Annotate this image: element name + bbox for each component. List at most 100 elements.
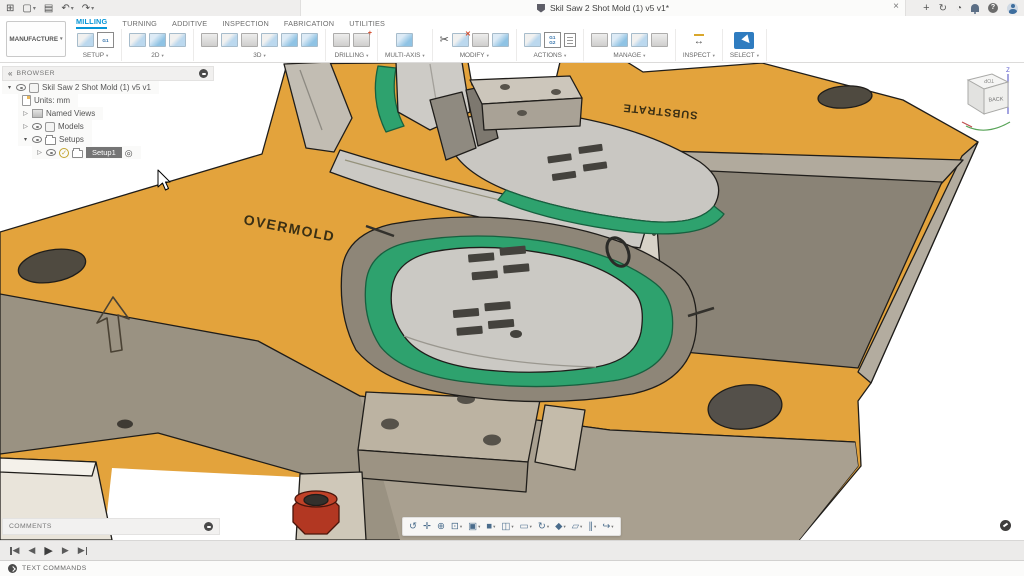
tool-library-icon[interactable] bbox=[591, 33, 608, 47]
comments-expand-icon[interactable] bbox=[204, 522, 213, 531]
tab-milling[interactable]: MILLING bbox=[76, 17, 107, 29]
browser-row-setup1[interactable]: ▷ ✓ Setup1 ◎ bbox=[32, 146, 141, 159]
collapse-icon[interactable]: « bbox=[8, 69, 12, 78]
setup-folder-icon bbox=[72, 150, 83, 158]
trim-icon[interactable]: ✂ bbox=[440, 33, 449, 47]
workspace-switcher[interactable]: MANUFACTURE▾ bbox=[6, 21, 66, 57]
new-tab-button[interactable]: + bbox=[923, 2, 929, 14]
window-icons: + ↻ ◔ ? bbox=[923, 0, 1018, 16]
3d-pocket-icon[interactable] bbox=[221, 33, 238, 47]
step-forward-button[interactable]: ▶ bbox=[62, 545, 69, 556]
browser-header[interactable]: « BROWSER bbox=[2, 66, 214, 81]
visibility-eye-icon[interactable] bbox=[16, 84, 26, 91]
swarf-icon[interactable] bbox=[396, 33, 413, 47]
measure-nav-icon[interactable]: ∥▾ bbox=[588, 519, 596, 534]
expand-icon[interactable]: ▾ bbox=[22, 136, 29, 143]
step-back-button[interactable]: ◀ bbox=[28, 545, 35, 556]
template-library-icon[interactable] bbox=[651, 33, 668, 47]
save-button[interactable]: ▤ bbox=[44, 3, 53, 14]
expand-icon[interactable]: ▷ bbox=[36, 149, 43, 156]
3d-adaptive-icon[interactable] bbox=[201, 33, 218, 47]
valid-check-icon: ✓ bbox=[59, 148, 69, 158]
machine-library-icon[interactable] bbox=[611, 33, 628, 47]
notifications-icon[interactable] bbox=[971, 4, 979, 12]
face-icon[interactable] bbox=[129, 33, 146, 47]
viewcube[interactable]: Z TOP BACK bbox=[956, 64, 1020, 140]
tab-turning[interactable]: TURNING bbox=[122, 19, 157, 29]
drill-add-icon[interactable]: + bbox=[353, 33, 370, 47]
3d-contour-icon[interactable] bbox=[241, 33, 258, 47]
setup1-selected-label[interactable]: Setup1 bbox=[86, 147, 122, 158]
browser-row-units[interactable]: Units: mm bbox=[18, 94, 78, 107]
visual-style-icon[interactable]: ■▾ bbox=[486, 519, 495, 534]
zoom-window-icon[interactable]: ⊡▾ bbox=[451, 519, 462, 534]
refresh-icon[interactable]: ↻▾ bbox=[538, 519, 549, 534]
text-commands-bar[interactable]: TEXT COMMANDS bbox=[0, 560, 1024, 576]
user-avatar[interactable] bbox=[1007, 3, 1018, 14]
parallel-icon[interactable] bbox=[281, 33, 298, 47]
new-setup-icon[interactable] bbox=[77, 33, 94, 47]
expand-icon[interactable]: ▷ bbox=[22, 123, 29, 130]
gcode-editor-icon[interactable]: G1G2 bbox=[544, 32, 561, 48]
skip-to-end-button[interactable]: ▶ bbox=[78, 545, 87, 556]
zoom-icon[interactable]: ⊕ bbox=[437, 519, 445, 534]
app-grid-icon[interactable]: ⊞ bbox=[6, 3, 14, 14]
edit-points-icon[interactable] bbox=[492, 33, 509, 47]
expand-icon[interactable]: ▾ bbox=[6, 84, 13, 91]
visibility-eye-icon[interactable] bbox=[32, 123, 42, 130]
browser-row-named-views[interactable]: ▷ Named Views bbox=[18, 107, 103, 120]
post-process-icon[interactable] bbox=[524, 33, 541, 47]
close-tab-button[interactable]: × bbox=[893, 1, 899, 12]
expand-icon[interactable]: ▷ bbox=[22, 110, 29, 117]
setup-sheet-icon[interactable] bbox=[564, 33, 576, 47]
play-button[interactable]: ▶ bbox=[44, 544, 52, 557]
ncprogram-icon[interactable]: G1 bbox=[97, 32, 114, 48]
tab-fabrication[interactable]: FABRICATION bbox=[284, 19, 334, 29]
orbit-icon[interactable]: ↺ bbox=[409, 519, 417, 534]
spiral-icon[interactable] bbox=[301, 33, 318, 47]
models-label[interactable]: Models bbox=[58, 122, 84, 131]
2d-pocket-icon[interactable] bbox=[169, 33, 186, 47]
display-settings-icon[interactable]: ▣▾ bbox=[468, 519, 480, 534]
browser-row-models[interactable]: ▷ Models bbox=[18, 120, 92, 133]
appearance-icon[interactable]: ◆▾ bbox=[555, 519, 566, 534]
tab-utilities[interactable]: UTILITIES bbox=[349, 19, 385, 29]
skip-to-start-button[interactable]: ◀ bbox=[10, 545, 19, 556]
ground-plane-icon[interactable]: ▱▾ bbox=[572, 519, 583, 534]
2d-adaptive-icon[interactable] bbox=[149, 33, 166, 47]
measure-icon[interactable]: ↔ bbox=[694, 34, 704, 47]
wcs-target-icon[interactable]: ◎ bbox=[125, 148, 133, 158]
browser-settings-icon[interactable] bbox=[199, 69, 208, 78]
tab-additive[interactable]: ADDITIVE bbox=[172, 19, 207, 29]
visibility-eye-icon[interactable] bbox=[32, 136, 42, 143]
document-tab[interactable]: Skil Saw 2 Shot Mold (1) v5 v1* × bbox=[300, 0, 906, 16]
job-status-icon[interactable]: ◔ bbox=[956, 3, 962, 14]
help-icon[interactable]: ? bbox=[988, 3, 998, 13]
undo-button[interactable]: ↶▾ bbox=[61, 3, 73, 14]
feedback-button[interactable] bbox=[1000, 520, 1011, 531]
units-label[interactable]: Units: mm bbox=[34, 96, 70, 105]
visibility-eye-icon[interactable] bbox=[46, 149, 56, 156]
section-icon[interactable]: ↪▾ bbox=[602, 519, 613, 534]
browser-row-setups[interactable]: ▾ Setups bbox=[18, 133, 92, 146]
viewports-icon[interactable]: ◫▾ bbox=[501, 519, 513, 534]
caret-icon: ▾ bbox=[106, 53, 108, 59]
tab-inspection[interactable]: INSPECTION bbox=[222, 19, 269, 29]
drill-icon[interactable] bbox=[333, 33, 350, 47]
caret-icon: ▾ bbox=[563, 519, 565, 534]
delete-toolpath-icon[interactable]: ✕ bbox=[452, 33, 469, 47]
named-views-label[interactable]: Named Views bbox=[46, 109, 95, 118]
steep-and-shallow-icon[interactable] bbox=[261, 33, 278, 47]
file-menu-button[interactable]: ▢▾ bbox=[22, 3, 35, 14]
redo-button[interactable]: ↷▾ bbox=[82, 3, 94, 14]
tool-change-icon[interactable] bbox=[472, 33, 489, 47]
browser-row-root[interactable]: ▾ Skil Saw 2 Shot Mold (1) v5 v1 bbox=[2, 81, 159, 94]
sync-icon[interactable]: ↻ bbox=[939, 3, 947, 14]
grid-icon[interactable]: ▭▾ bbox=[520, 519, 532, 534]
browser-root-label[interactable]: Skil Saw 2 Shot Mold (1) v5 v1 bbox=[42, 83, 151, 92]
pan-icon[interactable]: ✛ bbox=[423, 519, 431, 534]
setups-label[interactable]: Setups bbox=[59, 135, 84, 144]
select-icon[interactable] bbox=[734, 32, 754, 49]
post-library-icon[interactable] bbox=[631, 33, 648, 47]
comments-bar[interactable]: COMMENTS bbox=[2, 518, 220, 535]
